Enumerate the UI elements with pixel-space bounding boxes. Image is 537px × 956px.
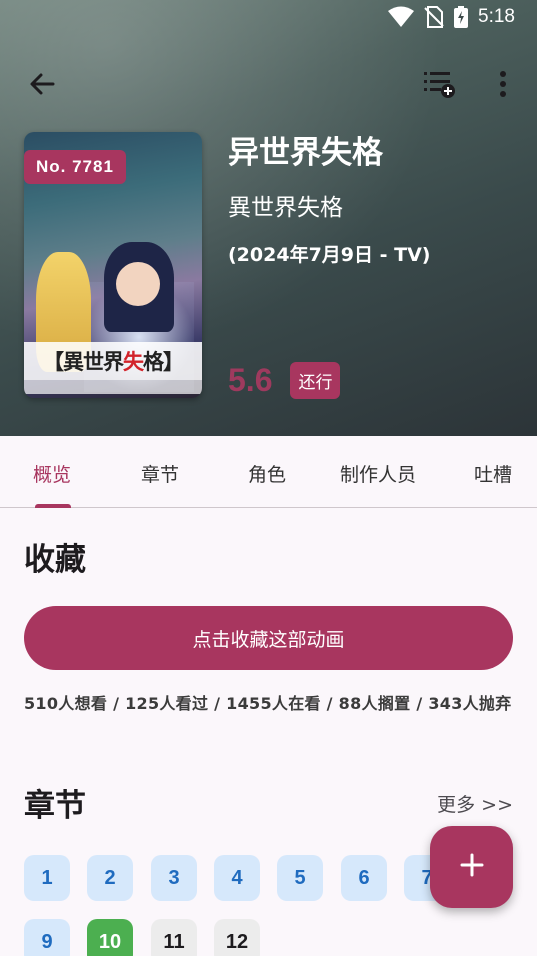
tab-comments[interactable]: 吐槽: [474, 460, 512, 487]
more-options-button[interactable]: [483, 66, 523, 106]
rating-label-badge: 还行: [290, 362, 341, 399]
tab-indicator: [35, 504, 71, 508]
app-bar: [0, 62, 537, 108]
air-date: (2024年7月9日 - TV): [228, 244, 431, 266]
episode-button[interactable]: 11: [151, 919, 197, 956]
status-bar: 5:18: [0, 0, 537, 36]
poster-title: 【異世界失格】: [24, 342, 202, 380]
episode-button[interactable]: 2: [87, 855, 133, 901]
collection-title: 收藏: [24, 542, 86, 578]
arrow-back-icon: [28, 70, 56, 102]
tab-bar: 概览 章节 角色 制作人员 吐槽: [0, 436, 537, 508]
add-to-collection-button[interactable]: 点击收藏这部动画: [24, 606, 513, 670]
collection-stats: 510人想看 / 125人看过 / 1455人在看 / 88人搁置 / 343人…: [24, 694, 512, 713]
episodes-title: 章节: [24, 788, 86, 824]
episode-button[interactable]: 6: [341, 855, 387, 901]
episode-button[interactable]: 3: [151, 855, 197, 901]
episode-button[interactable]: 9: [24, 919, 70, 956]
rank-badge: No. 7781: [24, 150, 126, 184]
more-episodes-link[interactable]: 更多 >>: [437, 790, 513, 817]
episode-button[interactable]: 4: [214, 855, 260, 901]
anime-title: 异世界失格: [228, 135, 383, 171]
score: 5.6: [228, 362, 273, 398]
rating-row: 5.6 还行: [228, 362, 341, 399]
episode-button[interactable]: 12: [214, 919, 260, 956]
tab-staff[interactable]: 制作人员: [340, 460, 416, 487]
add-fab-button[interactable]: [430, 826, 513, 908]
battery-charging-icon: [454, 6, 469, 28]
status-time: 5:18: [478, 6, 515, 27]
hero-header: 5:18 【異世界 失 格】 No. 7781 异世界失格 異世界失格 (202…: [0, 0, 537, 436]
tab-episodes[interactable]: 章节: [141, 460, 179, 487]
back-button[interactable]: [22, 66, 62, 106]
wifi-icon: [388, 6, 415, 28]
anime-original-title: 異世界失格: [228, 195, 343, 221]
status-icons: 5:18: [388, 6, 515, 28]
add-to-list-button[interactable]: [419, 66, 459, 106]
playlist-add-icon: [422, 69, 456, 103]
no-sim-icon: [424, 6, 444, 28]
tab-characters[interactable]: 角色: [248, 460, 286, 487]
anime-info: 异世界失格 異世界失格 (2024年7月9日 - TV): [228, 130, 430, 267]
episode-button[interactable]: 1: [24, 855, 70, 901]
tab-overview[interactable]: 概览: [33, 460, 71, 487]
plus-icon: [460, 853, 484, 881]
episode-button[interactable]: 5: [277, 855, 323, 901]
episode-button-current[interactable]: 10: [87, 919, 133, 956]
more-vert-icon: [499, 71, 507, 101]
